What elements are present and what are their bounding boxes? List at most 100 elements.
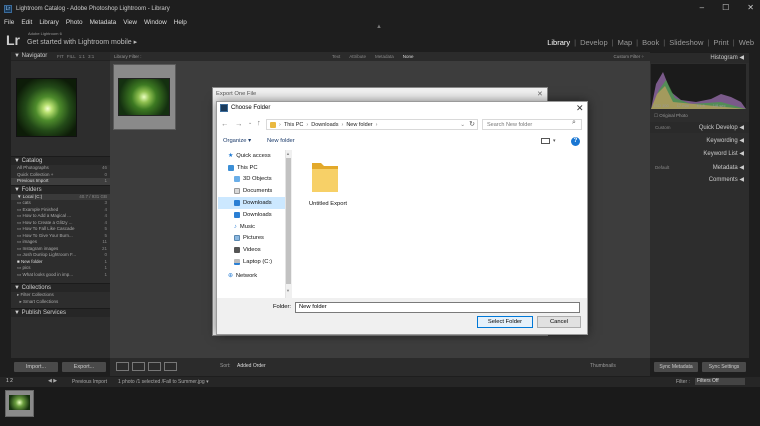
zoom-fit[interactable]: FIT <box>57 54 64 59</box>
filmstrip-source[interactable]: Previous Import <box>72 379 107 385</box>
zoom-3-1[interactable]: 3:1 <box>88 54 94 59</box>
publish-services-header[interactable]: ▼ Publish Services <box>11 308 110 317</box>
menu-help[interactable]: Help <box>174 19 187 26</box>
filter-none[interactable]: None <box>403 54 414 59</box>
close-button[interactable]: ✕ <box>747 3 754 12</box>
keywording-header[interactable]: Keywording ◀ <box>650 136 749 147</box>
folders-header[interactable]: ▼ Folders <box>11 184 110 194</box>
module-print[interactable]: Print <box>713 38 728 47</box>
nav-documents[interactable]: Documents <box>218 185 286 197</box>
sort-dropdown[interactable]: Added Order <box>237 363 266 369</box>
recent-dropdown-icon[interactable]: ⌄ <box>248 120 252 126</box>
filmstrip-pages[interactable]: 1 2 <box>6 378 13 384</box>
survey-view-icon[interactable] <box>164 362 177 371</box>
nav-3d-objects[interactable]: 3D Objects <box>218 174 286 186</box>
module-develop[interactable]: Develop <box>580 38 608 47</box>
filmstrip-image[interactable] <box>9 395 30 410</box>
nav-quick-access[interactable]: ★ Quick access <box>218 150 286 162</box>
back-arrow-icon[interactable]: ← <box>221 119 229 128</box>
sync-metadata-button[interactable]: Sync Metadata <box>654 362 698 372</box>
navigator-preview[interactable] <box>16 78 77 137</box>
organize-button[interactable]: Organize ▾ <box>223 138 251 144</box>
mobile-link[interactable]: Get started with Lightroom mobile ▸ <box>27 38 137 46</box>
filter-text[interactable]: Text <box>332 54 340 59</box>
filter-dropdown[interactable]: Filters Off <box>695 378 745 385</box>
module-book[interactable]: Book <box>642 38 659 47</box>
compare-view-icon[interactable] <box>148 362 161 371</box>
module-map[interactable]: Map <box>618 38 633 47</box>
nav-videos[interactable]: Videos <box>218 244 286 256</box>
catalog-header[interactable]: ▼ Catalog <box>11 156 110 165</box>
minimize-button[interactable]: – <box>700 3 704 12</box>
nav-network[interactable]: ⊕ Network <box>218 270 286 282</box>
view-options-icon[interactable] <box>541 138 550 144</box>
folder-name-input[interactable]: New folder <box>295 302 580 313</box>
dialog-close-icon[interactable]: ✕ <box>576 103 584 114</box>
menu-file[interactable]: File <box>4 19 14 26</box>
metadata-header[interactable]: Default Metadata ◀ <box>650 162 749 173</box>
module-slideshow[interactable]: Slideshow <box>669 38 703 47</box>
cancel-button[interactable]: Cancel <box>537 316 581 328</box>
choose-folder-title: Choose Folder <box>231 105 271 111</box>
new-folder-button[interactable]: New folder <box>267 138 295 144</box>
select-folder-button[interactable]: Select Folder <box>477 316 533 328</box>
scroll-down-icon[interactable]: ▼ <box>286 288 290 293</box>
lightroom-icon: Lr <box>4 4 12 13</box>
collection-item[interactable]: ▸ Smart Collections <box>11 299 110 306</box>
nav-downloads-selected[interactable]: Downloads <box>218 197 286 209</box>
folder-icon[interactable] <box>310 157 340 194</box>
collections-header[interactable]: ▼ Collections <box>11 283 110 292</box>
menu-window[interactable]: Window <box>144 19 167 26</box>
scroll-up-icon[interactable]: ▲ <box>286 151 290 156</box>
nav-downloads[interactable]: Downloads <box>218 209 286 221</box>
grid-view-icon[interactable] <box>116 362 129 371</box>
search-input[interactable]: Search New folder <box>482 119 582 130</box>
zoom-fill[interactable]: FILL <box>67 54 76 59</box>
nav-music[interactable]: ♪ Music <box>218 221 286 233</box>
grid-thumbnail[interactable] <box>118 78 170 116</box>
menu-edit[interactable]: Edit <box>21 19 32 26</box>
export-button[interactable]: Export... <box>62 362 106 372</box>
custom-filter-dropdown[interactable]: Custom Filter ÷ <box>614 54 644 59</box>
view-dropdown-icon[interactable]: ▾ <box>553 138 556 144</box>
loupe-view-icon[interactable] <box>132 362 145 371</box>
nav-scroll-thumb[interactable] <box>286 158 291 284</box>
catalog-item-selected[interactable]: Previous Import 1 <box>11 178 110 185</box>
back-forward-icon[interactable]: ◀ ▶ <box>48 378 57 384</box>
forward-arrow-icon[interactable]: → <box>235 119 243 128</box>
breadcrumb-new-folder[interactable]: New folder <box>346 122 372 128</box>
maximize-button[interactable]: ☐ <box>722 3 729 12</box>
histogram-header[interactable]: Histogram ◀ <box>650 52 749 63</box>
zoom-1-1[interactable]: 1:1 <box>79 54 85 59</box>
address-dropdown-icon[interactable]: ⌄ <box>460 122 465 128</box>
sync-settings-button[interactable]: Sync Settings <box>702 362 746 372</box>
module-web[interactable]: Web <box>739 38 754 47</box>
nav-laptop-c[interactable]: Laptop (C:) <box>218 256 286 268</box>
folder-item-label[interactable]: Untitled Export <box>300 201 356 207</box>
star-icon: ★ <box>228 152 234 159</box>
export-close-icon[interactable]: ✕ <box>537 90 543 98</box>
breadcrumb-downloads[interactable]: Downloads <box>311 122 338 128</box>
menu-library[interactable]: Library <box>39 19 59 26</box>
breadcrumb-this-pc[interactable]: This PC <box>284 122 304 128</box>
address-bar[interactable]: › This PC › Downloads › New folder › ⌄ ↻ <box>266 119 478 130</box>
menu-metadata[interactable]: Metadata <box>90 19 117 26</box>
import-button[interactable]: Import... <box>14 362 58 372</box>
keyword-list-header[interactable]: Keyword List ◀ <box>650 149 749 160</box>
nav-this-pc[interactable]: This PC <box>218 162 286 174</box>
help-icon[interactable]: ? <box>571 137 580 146</box>
collapse-top-arrow-icon[interactable]: ▲ <box>376 24 382 30</box>
filter-attribute[interactable]: Attribute <box>349 54 366 59</box>
quick-develop-header[interactable]: Custom Quick Develop ◀ <box>650 122 749 133</box>
nav-pictures[interactable]: Pictures <box>218 233 286 245</box>
filter-metadata[interactable]: Metadata <box>375 54 394 59</box>
module-library[interactable]: Library <box>547 38 570 47</box>
menu-photo[interactable]: Photo <box>66 19 83 26</box>
comments-header[interactable]: Comments ◀ <box>650 175 749 186</box>
folder-item[interactable]: ▭ What looks good in imp... 1 <box>11 272 110 279</box>
refresh-icon[interactable]: ↻ <box>469 120 475 128</box>
menu-view[interactable]: View <box>123 19 137 26</box>
folder-icon <box>270 121 276 128</box>
up-arrow-icon[interactable]: ↑ <box>257 118 261 127</box>
sort-label: Sort: <box>220 363 231 369</box>
